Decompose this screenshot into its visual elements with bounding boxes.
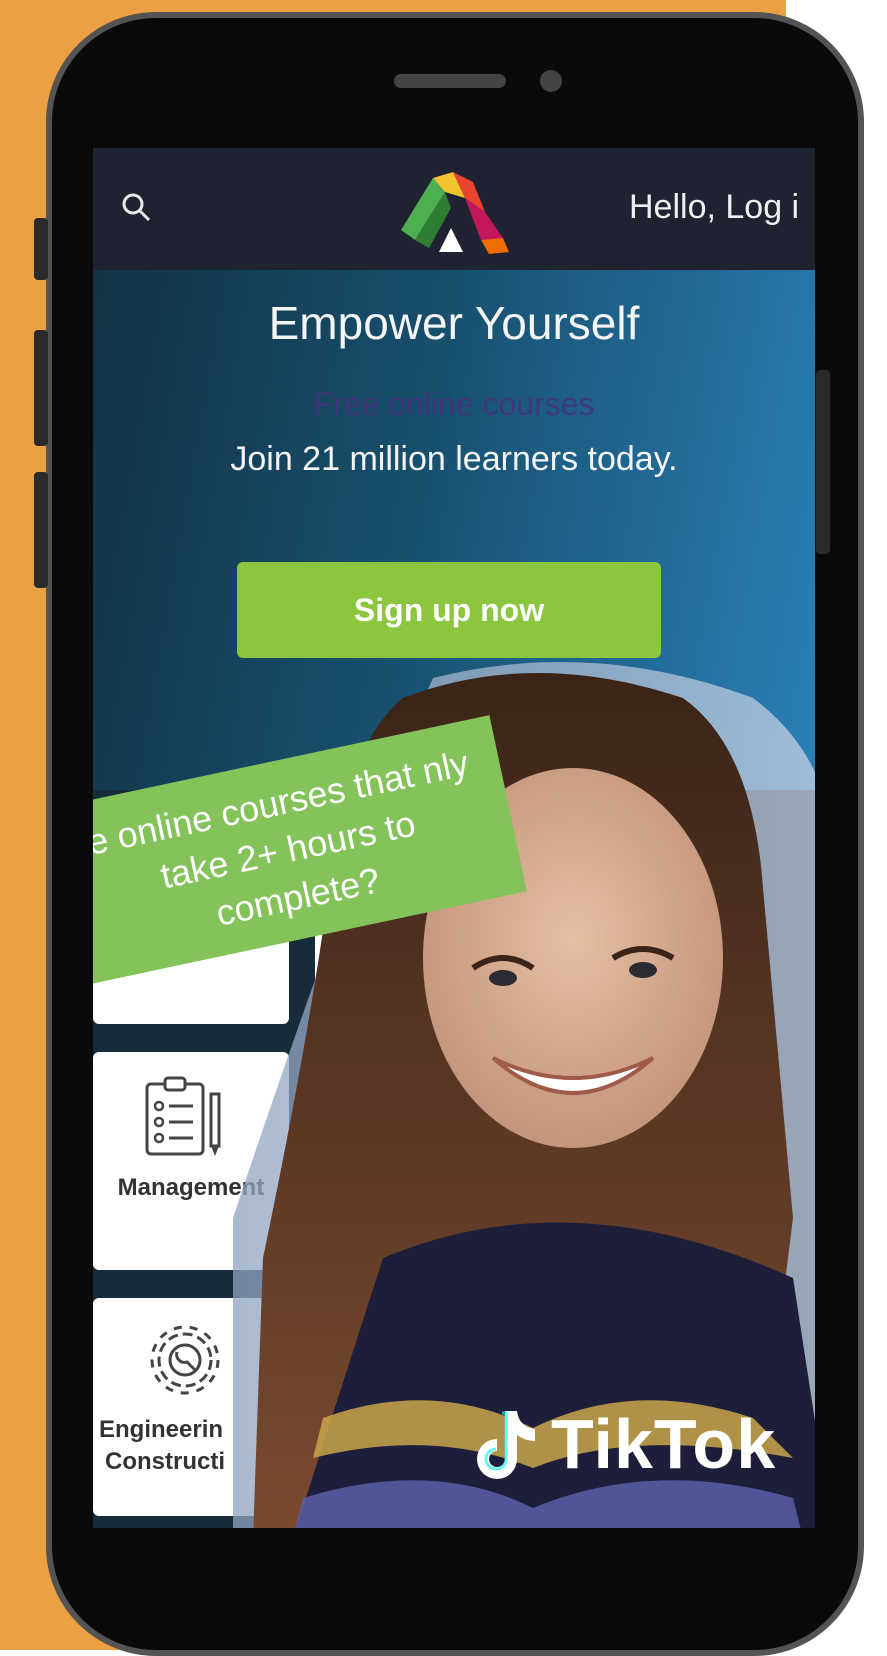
phone-speaker bbox=[394, 74, 506, 88]
volume-down-button bbox=[34, 472, 48, 588]
phone-screen: Hello, Log i Empower Yourself Free onlin… bbox=[93, 148, 815, 1528]
site-header: Hello, Log i bbox=[93, 148, 815, 270]
tiktok-logo-icon bbox=[477, 1411, 535, 1479]
tiktok-brand: TikTok bbox=[551, 1405, 777, 1483]
power-button bbox=[816, 370, 830, 554]
gear-wrench-icon bbox=[150, 1325, 220, 1395]
signup-button[interactable]: Sign up now bbox=[237, 562, 661, 658]
phone-camera bbox=[540, 70, 562, 92]
hero-tagline: Join 21 million learners today. bbox=[230, 440, 678, 478]
tiktok-watermark: TikTok bbox=[475, 1404, 776, 1484]
volume-silent-button bbox=[34, 218, 48, 280]
login-link[interactable]: Hello, Log i bbox=[629, 188, 799, 227]
volume-up-button bbox=[34, 330, 48, 446]
hero-title: Empower Yourself bbox=[268, 297, 640, 349]
hero-subtitle: Free online courses bbox=[313, 386, 595, 422]
site-logo-icon[interactable] bbox=[393, 168, 515, 256]
clipboard-checklist-icon bbox=[145, 1076, 221, 1156]
search-icon[interactable] bbox=[119, 190, 153, 224]
